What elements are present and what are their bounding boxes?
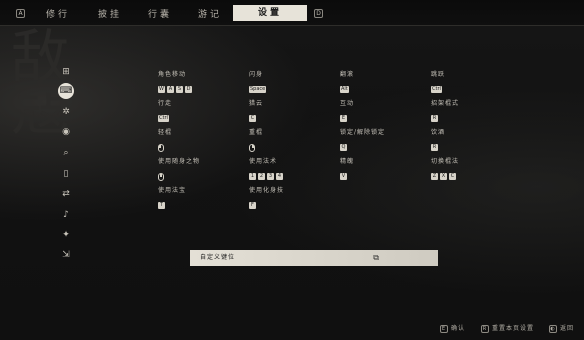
key-chip: 1 [249, 173, 256, 180]
setting-label: 使用法术 [249, 158, 278, 165]
key-chip: 3 [267, 173, 274, 180]
key-chip: 4 [276, 173, 283, 180]
gamepad-icon[interactable]: ⊞ [58, 64, 74, 80]
key-chip: Ctrl [431, 86, 442, 93]
tab-equipment[interactable]: 披挂 [98, 7, 122, 20]
setting-label: 使用化身技 [249, 187, 285, 194]
reset-key: R [481, 324, 489, 333]
key-chip: Q [340, 144, 347, 151]
setting-use-spell[interactable]: 使用法术 1 2 3 4 [249, 156, 283, 180]
key-chip: V [340, 173, 347, 180]
key-chip: T [158, 202, 165, 209]
setting-heavy-attack[interactable]: 重棍 [249, 127, 263, 152]
confirm-hint[interactable]: E 确认 [440, 323, 465, 333]
mouse-icon[interactable]: ▯ [58, 166, 74, 182]
confirm-label: 确认 [451, 325, 466, 332]
tab-settings[interactable]: 设置 [233, 5, 307, 21]
nav-prev-key[interactable]: A [16, 9, 25, 18]
magnifier-icon[interactable]: ⌕ [58, 145, 74, 161]
setting-light-attack[interactable]: 轻棍 [158, 127, 172, 152]
key-chip: F [249, 202, 256, 209]
confirm-key: E [440, 324, 448, 333]
setting-label: 饮酒 [431, 129, 446, 136]
setting-switch-stance[interactable]: 切换棍法 Z X C [431, 156, 459, 180]
setting-use-item[interactable]: 使用随身之物 [158, 156, 200, 181]
key-chip: Space [249, 86, 267, 93]
eye-icon[interactable]: ◉ [58, 124, 74, 140]
tab-cultivation[interactable]: 修行 [46, 7, 70, 20]
background [0, 0, 584, 340]
custom-keybinding-label: 自定义键位 [200, 254, 236, 261]
setting-transformation[interactable]: 使用化身技 F [249, 185, 284, 209]
setting-move[interactable]: 角色移动 W A S D [158, 69, 192, 93]
key-chip: X [440, 173, 447, 180]
gear-icon[interactable]: ✲ [58, 104, 74, 120]
back-hint[interactable]: ◐ 返回 [549, 323, 574, 333]
setting-cloud[interactable]: 猎云 C [249, 98, 263, 122]
key-chip: R [431, 115, 438, 122]
setting-label: 招架棍式 [431, 100, 460, 107]
setting-lock-on[interactable]: 锁定/解除锁定 Q [340, 127, 385, 151]
setting-label: 闪身 [249, 71, 264, 78]
figure-icon[interactable]: ✦ [58, 227, 74, 243]
setting-stance[interactable]: 招架棍式 R [431, 98, 459, 122]
setting-walk[interactable]: 行走 Ctrl [158, 98, 172, 122]
keyboard-icon[interactable]: ⌨ [58, 83, 74, 99]
speaker-icon[interactable]: ♪ [58, 207, 74, 223]
swap-icon[interactable]: ⇄ [58, 186, 74, 202]
key-chip: C [249, 115, 256, 122]
key-chip: E [340, 115, 347, 122]
key-chip: Z [431, 173, 438, 180]
setting-use-treasure[interactable]: 使用法宝 T [158, 185, 186, 209]
setting-label: 行走 [158, 100, 173, 107]
key-chip: Alt [340, 86, 349, 93]
setting-label: 锁定/解除锁定 [340, 129, 386, 136]
link-icon: ⧉ [373, 253, 380, 262]
mouse-left-icon [158, 144, 164, 152]
setting-dodge[interactable]: 闪身 Space [249, 69, 267, 93]
key-chip: W [158, 86, 165, 93]
setting-label: 使用法宝 [158, 187, 187, 194]
setting-label: 猎云 [249, 100, 264, 107]
nav-next-key[interactable]: D [314, 9, 323, 18]
setting-gourd[interactable]: 饮酒 R [431, 127, 445, 151]
setting-label: 使用随身之物 [158, 158, 201, 165]
setting-label: 翻滚 [340, 71, 355, 78]
setting-label: 精魄 [340, 158, 355, 165]
mouse-middle-icon [158, 173, 164, 181]
key-chip: Ctrl [158, 115, 169, 122]
key-chip: R [431, 144, 438, 151]
background-calligraphy: 敌寇 [1, 26, 69, 130]
setting-label: 角色移动 [158, 71, 187, 78]
mouse-right-icon: ◐ [549, 324, 557, 333]
key-chip: C [449, 173, 456, 180]
setting-label: 轻棍 [158, 129, 173, 136]
setting-label: 跳跃 [431, 71, 446, 78]
mouse-right-icon [249, 144, 255, 152]
tab-journal[interactable]: 游记 [198, 7, 222, 20]
exit-icon[interactable]: ⇲ [58, 247, 74, 263]
back-label: 返回 [560, 325, 575, 332]
setting-label: 切换棍法 [431, 158, 460, 165]
reset-hint[interactable]: R 重置本页设置 [481, 323, 534, 333]
custom-keybinding-button[interactable]: 自定义键位 ⧉ [190, 250, 438, 266]
top-nav: A 修行 披挂 行囊 游记 设置 D [0, 0, 584, 26]
setting-label: 重棍 [249, 129, 264, 136]
tab-inventory[interactable]: 行囊 [148, 7, 172, 20]
key-chip: 2 [258, 173, 265, 180]
setting-jump[interactable]: 翻滚 Alt [340, 69, 354, 93]
key-chip: D [185, 86, 192, 93]
setting-sprint[interactable]: 跳跃 Ctrl [431, 69, 445, 93]
reset-label: 重置本页设置 [492, 325, 535, 332]
setting-interact[interactable]: 互动 E [340, 98, 354, 122]
setting-spirit[interactable]: 精魄 V [340, 156, 354, 180]
setting-label: 互动 [340, 100, 355, 107]
key-chip: A [167, 86, 174, 93]
key-chip: S [176, 86, 183, 93]
